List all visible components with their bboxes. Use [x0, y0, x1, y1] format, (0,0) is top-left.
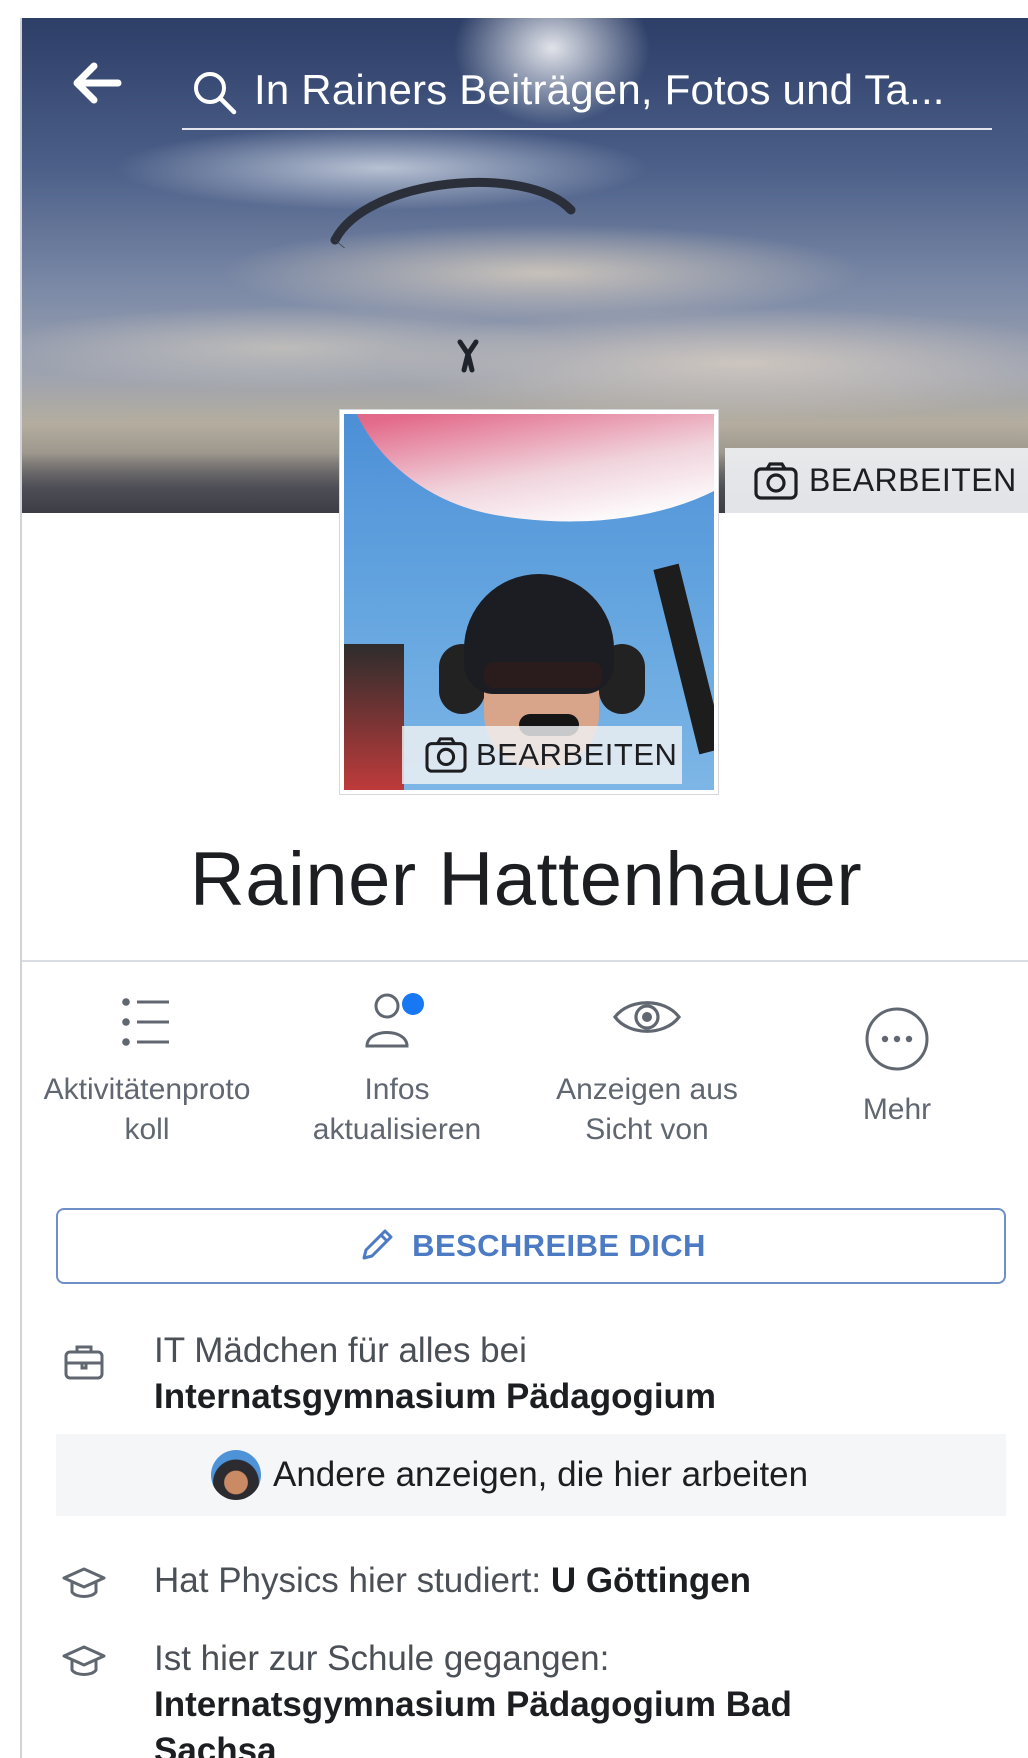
divider [22, 960, 1028, 962]
more-label: Mehr [862, 1093, 932, 1126]
view-as-button[interactable]: Anzeigen aus Sicht von [522, 968, 772, 1158]
activity-log-label-2: koll [124, 1113, 170, 1146]
back-button[interactable] [68, 58, 122, 108]
activity-log-label-1: Aktivitätenproto [43, 1073, 251, 1106]
photo-glasses [484, 662, 602, 688]
work-position: IT Mädchen für alles bei [154, 1331, 527, 1370]
profile-actions: Aktivitätenproto koll Infos aktualisiere… [22, 968, 1028, 1158]
edit-profile-picture-button[interactable]: BEARBEITEN [402, 726, 682, 784]
profile-name: Rainer Hattenhauer [189, 837, 863, 922]
notification-dot [402, 993, 424, 1015]
school-text: Ist hier zur Schule gegangen: Internatsg… [154, 1636, 874, 1758]
work-employer[interactable]: Internatsgymnasium Pädagogium [154, 1377, 716, 1416]
view-as-label-1: Anzeigen aus [556, 1073, 738, 1106]
profile-screen: In Rainers Beiträgen, Fotos und Ta... BE… [20, 18, 1028, 1758]
edit-profile-picture-label: BEARBEITEN [476, 737, 678, 772]
describe-yourself-button[interactable]: BESCHREIBE DICH [56, 1208, 1006, 1284]
more-icon [865, 1007, 929, 1071]
update-info-label-1: Infos [364, 1073, 430, 1106]
work-text: IT Mädchen für alles bei Internatsgymnas… [154, 1328, 994, 1420]
school-name[interactable]: Internatsgymnasium Pädagogium Bad Sachsa [154, 1685, 792, 1758]
more-button[interactable]: Mehr [772, 968, 1022, 1158]
describe-yourself-label: BESCHREIBE DICH [412, 1228, 706, 1263]
paraglider-canopy [330, 177, 576, 248]
photo-riser-left [344, 644, 404, 790]
view-as-label-2: Sicht von [585, 1113, 709, 1146]
search-input[interactable]: In Rainers Beiträgen, Fotos und Ta... [182, 48, 992, 130]
graduation-cap-icon [62, 1567, 106, 1598]
university-text: Hat Physics hier studiert: U Göttingen [154, 1558, 994, 1604]
camera-icon [425, 737, 467, 773]
pencil-icon [362, 1229, 393, 1260]
edit-cover-button[interactable]: BEARBEITEN [725, 448, 1028, 513]
top-bar: In Rainers Beiträgen, Fotos und Ta... [22, 18, 1028, 130]
activity-log-button[interactable]: Aktivitätenproto koll [22, 968, 272, 1158]
edit-cover-label: BEARBEITEN [809, 462, 1017, 498]
briefcase-icon [64, 1345, 104, 1380]
school-prefix: Ist hier zur Schule gegangen: [154, 1639, 610, 1678]
arrow-left-icon [73, 62, 122, 104]
university-name[interactable]: U Göttingen [551, 1561, 751, 1600]
photo-wing [344, 414, 714, 563]
update-info-button[interactable]: Infos aktualisieren [272, 968, 522, 1158]
update-info-label-2: aktualisieren [312, 1113, 482, 1146]
camera-icon [754, 461, 798, 500]
profile-photo: BEARBEITEN [344, 414, 714, 790]
graduation-cap-icon [62, 1645, 106, 1676]
paraglider-pilot [457, 339, 479, 373]
show-coworkers-label: Andere anzeigen, die hier arbeiten [273, 1455, 809, 1494]
university-prefix: Hat Physics hier studiert: [154, 1561, 551, 1600]
search-placeholder: In Rainers Beiträgen, Fotos und Ta... [254, 66, 945, 113]
person-notification-icon [365, 993, 424, 1048]
show-coworkers-button[interactable]: Andere anzeigen, die hier arbeiten [56, 1434, 1006, 1516]
search-icon [194, 72, 237, 115]
list-icon [122, 998, 169, 1046]
eye-icon [613, 1001, 681, 1033]
avatar [211, 1450, 261, 1500]
profile-picture[interactable]: BEARBEITEN [340, 410, 718, 794]
